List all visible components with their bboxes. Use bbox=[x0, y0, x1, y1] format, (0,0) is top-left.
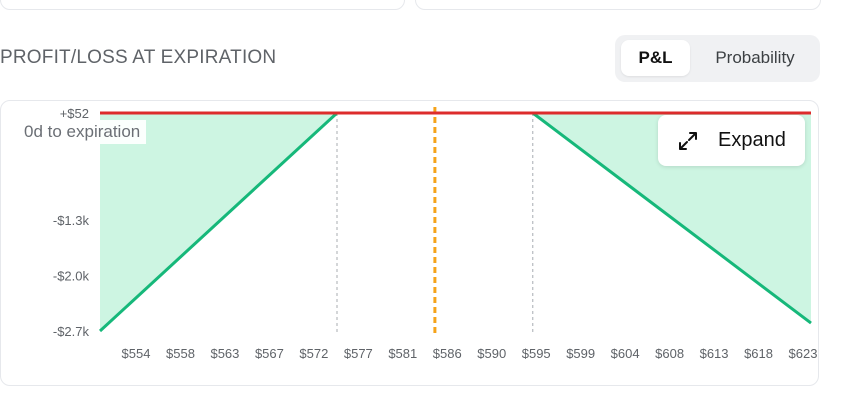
view-toggle: P&L Probability bbox=[615, 35, 820, 82]
page-title: PROFIT/LOSS AT EXPIRATION bbox=[0, 47, 277, 68]
x-tick-label: $554 bbox=[122, 346, 151, 361]
y-tick-label: -$1.3k bbox=[53, 213, 90, 228]
x-tick-label: $581 bbox=[388, 346, 417, 361]
tab-probability[interactable]: Probability bbox=[697, 40, 813, 76]
x-tick-label: $572 bbox=[299, 346, 328, 361]
expand-arrows-icon bbox=[679, 132, 697, 150]
x-tick-label: $618 bbox=[744, 346, 773, 361]
x-tick-label: $623 bbox=[789, 346, 818, 361]
x-tick-label: $595 bbox=[522, 346, 551, 361]
time-to-expiration-label: 0d to expiration bbox=[18, 120, 147, 144]
x-tick-label: $567 bbox=[255, 346, 284, 361]
x-tick-label: $586 bbox=[433, 346, 462, 361]
x-tick-label: $604 bbox=[611, 346, 640, 361]
x-tick-label: $599 bbox=[566, 346, 595, 361]
top-card-left bbox=[0, 0, 405, 10]
x-tick-label: $608 bbox=[655, 346, 684, 361]
x-tick-label: $590 bbox=[477, 346, 506, 361]
x-tick-label: $577 bbox=[344, 346, 373, 361]
y-tick-label: +$52 bbox=[60, 106, 89, 121]
tab-pnl[interactable]: P&L bbox=[621, 40, 690, 76]
expand-button-label: Expand bbox=[718, 129, 786, 151]
x-tick-label: $563 bbox=[210, 346, 239, 361]
expand-button[interactable]: Expand bbox=[658, 115, 805, 166]
top-card-right bbox=[415, 0, 821, 10]
y-tick-label: -$2.0k bbox=[53, 269, 90, 284]
y-tick-label: -$2.7k bbox=[53, 324, 90, 339]
x-tick-label: $558 bbox=[166, 346, 195, 361]
x-tick-label: $613 bbox=[700, 346, 729, 361]
